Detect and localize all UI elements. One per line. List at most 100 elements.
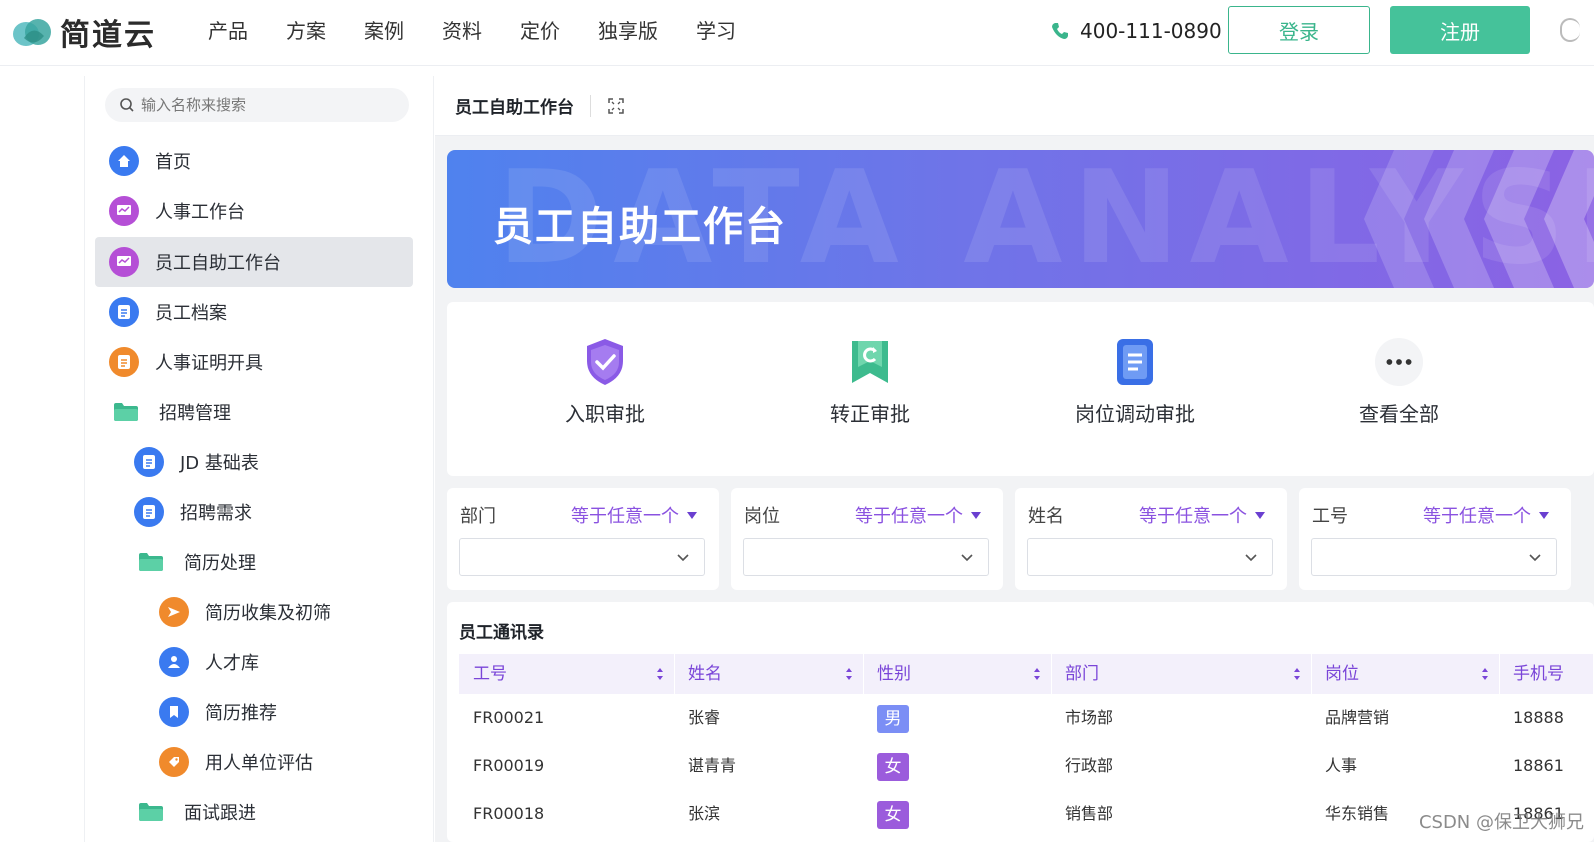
quick-action-regularization[interactable]: 转正审批 xyxy=(790,336,950,427)
sidebar: 首页 人事工作台 员工自助工作台 员工档案 人事证明开具 招聘管理 xyxy=(84,76,434,842)
sort-icon xyxy=(1294,668,1300,680)
filter-select[interactable] xyxy=(743,538,989,576)
more-icon xyxy=(1374,336,1424,388)
sidebar-item-employer-evaluation[interactable]: 用人单位评估 xyxy=(159,737,313,787)
sidebar-item-talent-pool[interactable]: 人才库 xyxy=(159,637,259,687)
sidebar-folder-interview-followup[interactable]: 面试跟进 xyxy=(136,787,256,837)
menu-item-product[interactable]: 产品 xyxy=(208,17,248,45)
filter-operator[interactable]: 等于任意一个 xyxy=(1139,502,1265,528)
sidebar-item-label: 招聘需求 xyxy=(180,503,252,524)
cell-department: 销售部 xyxy=(1065,804,1114,823)
sidebar-folder-resume-processing[interactable]: 简历处理 xyxy=(136,537,256,587)
folder-icon xyxy=(138,552,164,572)
sidebar-folder-recruitment[interactable]: 招聘管理 xyxy=(111,387,231,437)
brand-name: 简道云 xyxy=(60,18,156,53)
filter-operator[interactable]: 等于任意一个 xyxy=(1423,502,1549,528)
document-icon xyxy=(134,447,164,477)
banner-title: 员工自助工作台 xyxy=(493,204,787,250)
filter-select[interactable] xyxy=(459,538,705,576)
caret-down-icon xyxy=(1539,511,1549,519)
column-header-phone[interactable]: 手机号 xyxy=(1501,654,1594,694)
menu-item-solution[interactable]: 方案 xyxy=(286,17,326,45)
gender-badge: 女 xyxy=(877,800,909,829)
main-menu: 产品 方案 案例 资料 定价 独享版 学习 xyxy=(208,17,774,45)
sidebar-item-label: 员工档案 xyxy=(155,303,227,324)
filter-select[interactable] xyxy=(1311,538,1557,576)
document-icon xyxy=(134,497,164,527)
page-margin xyxy=(0,67,84,842)
brand-logo[interactable]: 简道云 xyxy=(10,12,156,53)
shield-check-icon xyxy=(580,336,630,388)
people-icon xyxy=(159,647,189,677)
menu-item-cases[interactable]: 案例 xyxy=(364,17,404,45)
quick-action-view-all[interactable]: 查看全部 xyxy=(1319,336,1479,427)
cell-gender: 男 xyxy=(877,694,909,742)
menu-item-learn[interactable]: 学习 xyxy=(696,17,736,45)
gender-badge: 男 xyxy=(877,704,909,733)
cell-name: 张滨 xyxy=(688,804,721,823)
fullscreen-icon[interactable] xyxy=(607,97,625,115)
column-header-label: 性别 xyxy=(877,664,911,684)
cell-name: 张睿 xyxy=(688,708,721,727)
sidebar-item-employee-workbench[interactable]: 员工自助工作台 xyxy=(95,237,413,287)
filter-operator[interactable]: 等于任意一个 xyxy=(571,502,697,528)
filter-operator-text: 等于任意一个 xyxy=(571,506,679,527)
column-header-department[interactable]: 部门 xyxy=(1053,654,1312,694)
menu-item-dedicated[interactable]: 独享版 xyxy=(598,17,658,45)
login-button[interactable]: 登录 xyxy=(1228,6,1370,54)
gender-badge: 女 xyxy=(877,752,909,781)
table-row[interactable]: FR00019 谌青青 女 行政部 人事 18861 xyxy=(459,742,1594,790)
cell-id: FR00018 xyxy=(473,804,545,823)
sidebar-item-resume-recommend[interactable]: 简历推荐 xyxy=(159,687,277,737)
column-header-gender[interactable]: 性别 xyxy=(865,654,1052,694)
quick-action-label: 查看全部 xyxy=(1359,402,1439,426)
filter-select[interactable] xyxy=(1027,538,1273,576)
sidebar-item-hr-certificate[interactable]: 人事证明开具 xyxy=(109,337,263,387)
menu-item-resources[interactable]: 资料 xyxy=(442,17,482,45)
sort-icon xyxy=(846,668,852,680)
filter-label: 姓名 xyxy=(1028,506,1064,527)
column-header-id[interactable]: 工号 xyxy=(459,654,675,694)
column-header-name[interactable]: 姓名 xyxy=(676,654,864,694)
register-button[interactable]: 注册 xyxy=(1390,6,1530,54)
sidebar-item-jd-table[interactable]: JD 基础表 xyxy=(134,437,259,487)
sidebar-item-label: 简历推荐 xyxy=(205,703,277,724)
filter-label: 工号 xyxy=(1312,506,1348,527)
quick-action-transfer[interactable]: 岗位调动审批 xyxy=(1055,336,1215,427)
filter-operator[interactable]: 等于任意一个 xyxy=(855,502,981,528)
cell-gender: 女 xyxy=(877,742,909,790)
sidebar-item-label: 简历收集及初筛 xyxy=(205,603,331,624)
menu-item-pricing[interactable]: 定价 xyxy=(520,17,560,45)
quick-action-onboarding[interactable]: 入职审批 xyxy=(525,336,685,427)
column-header-position[interactable]: 岗位 xyxy=(1313,654,1500,694)
sidebar-item-hr-workbench[interactable]: 人事工作台 xyxy=(109,186,245,236)
table-row[interactable]: FR00021 张睿 男 市场部 品牌营销 18888 xyxy=(459,694,1594,742)
caret-down-icon xyxy=(1255,511,1265,519)
filter-operator-text: 等于任意一个 xyxy=(1139,506,1247,527)
sidebar-item-employee-files[interactable]: 员工档案 xyxy=(109,287,227,337)
clipboard-icon xyxy=(1110,336,1160,388)
caret-down-icon xyxy=(687,511,697,519)
column-header-label: 手机号 xyxy=(1513,664,1564,684)
sidebar-item-label: 招聘管理 xyxy=(159,403,231,424)
logo-icon xyxy=(10,14,56,50)
send-icon xyxy=(159,597,189,627)
column-header-label: 工号 xyxy=(473,664,507,684)
chevron-decoration-icon xyxy=(1364,150,1594,288)
filter-department: 部门 等于任意一个 xyxy=(447,488,719,590)
search-input[interactable] xyxy=(141,96,391,114)
filter-employee-id: 工号 等于任意一个 xyxy=(1299,488,1571,590)
sidebar-item-label: 人事工作台 xyxy=(155,202,245,223)
sidebar-item-recruitment-demand[interactable]: 招聘需求 xyxy=(134,487,252,537)
cell-phone: 18888 xyxy=(1513,708,1564,727)
document-icon xyxy=(109,297,139,327)
filter-position: 岗位 等于任意一个 xyxy=(731,488,1003,590)
sidebar-item-home[interactable]: 首页 xyxy=(109,136,191,186)
cell-department: 市场部 xyxy=(1065,708,1114,727)
sidebar-search[interactable] xyxy=(105,88,409,122)
cell-id: FR00019 xyxy=(473,756,545,775)
tag-icon xyxy=(159,747,189,777)
sidebar-item-resume-collection[interactable]: 简历收集及初筛 xyxy=(159,587,331,637)
quick-action-label: 岗位调动审批 xyxy=(1075,402,1195,426)
sort-icon xyxy=(657,668,663,680)
